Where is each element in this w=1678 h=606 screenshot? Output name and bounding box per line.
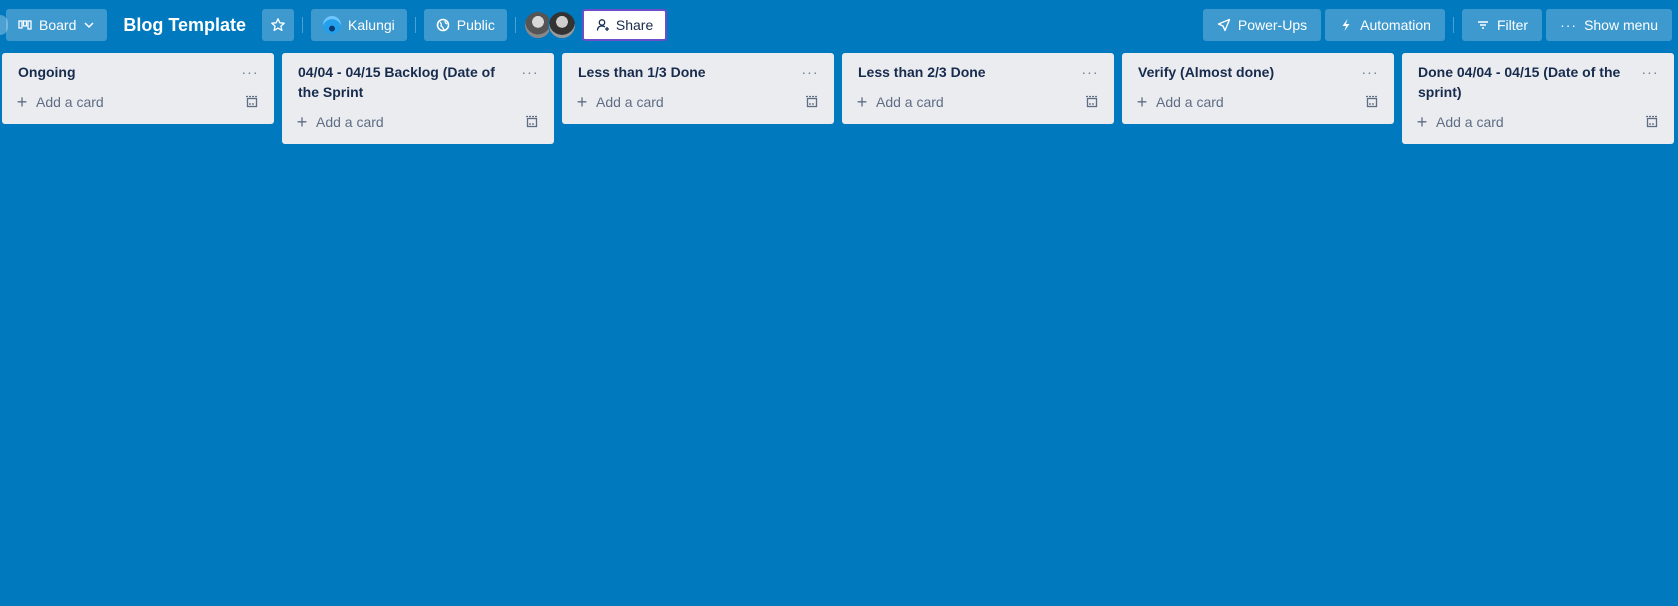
divider (1452, 17, 1454, 33)
chevron-down-icon (84, 22, 94, 29)
workspace-logo-icon (323, 16, 342, 34)
list-title[interactable]: Less than 2/3 Done (858, 62, 1068, 82)
list-menu-button[interactable]: ··· (798, 62, 822, 82)
board-icon (18, 20, 32, 30)
add-card-label: Add a card (316, 114, 384, 130)
add-card-label: Add a card (596, 94, 664, 110)
plus-icon: + (296, 112, 308, 132)
list-column: Less than 2/3 Done ··· + Add a card (842, 53, 1114, 124)
add-card-button[interactable]: + Add a card (574, 93, 664, 111)
list-column: Done 04/04 - 04/15 (Date of the sprint) … (1402, 53, 1674, 144)
workspace-label: Kalungi (348, 17, 395, 33)
divider (302, 17, 304, 33)
card-template-icon[interactable] (1084, 94, 1100, 110)
card-template-icon[interactable] (1364, 94, 1380, 110)
automation-button[interactable]: Automation (1325, 9, 1445, 41)
workspace-button[interactable]: Kalungi (311, 9, 407, 41)
power-ups-label: Power-Ups (1237, 17, 1308, 33)
filter-button[interactable]: Filter (1461, 9, 1543, 41)
list-title[interactable]: 04/04 - 04/15 Backlog (Date of the Sprin… (298, 62, 508, 102)
rocket-icon (1217, 18, 1231, 32)
list-column: Ongoing ··· + Add a card (2, 53, 274, 124)
list-title[interactable]: Done 04/04 - 04/15 (Date of the sprint) (1418, 62, 1628, 102)
list-menu-button[interactable]: ··· (1638, 62, 1662, 82)
card-template-icon[interactable] (244, 94, 260, 110)
list-column: Verify (Almost done) ··· + Add a card (1122, 53, 1394, 124)
view-switcher-label: Board (39, 17, 77, 33)
plus-icon: + (856, 92, 868, 112)
divider (514, 17, 516, 33)
list-menu-button[interactable]: ··· (1078, 62, 1102, 82)
show-menu-button[interactable]: ··· Show menu (1546, 9, 1672, 41)
list-menu-button[interactable]: ··· (1358, 62, 1382, 82)
visibility-button[interactable]: Public (423, 9, 507, 41)
automation-label: Automation (1360, 17, 1431, 33)
view-switcher-button[interactable]: Board (6, 9, 108, 41)
add-card-label: Add a card (1436, 114, 1504, 130)
list-title[interactable]: Less than 1/3 Done (578, 62, 788, 82)
list-title[interactable]: Verify (Almost done) (1138, 62, 1348, 82)
card-template-icon[interactable] (804, 94, 820, 110)
filter-icon (1477, 21, 1488, 29)
add-card-label: Add a card (876, 94, 944, 110)
show-menu-label: Show menu (1584, 17, 1658, 33)
add-card-button[interactable]: + Add a card (14, 93, 104, 111)
list-menu-button[interactable]: ··· (238, 62, 262, 82)
filter-label: Filter (1496, 17, 1529, 33)
plus-icon: + (1416, 112, 1428, 132)
globe-icon (436, 18, 450, 32)
add-card-button[interactable]: + Add a card (1134, 93, 1224, 111)
add-card-button[interactable]: + Add a card (854, 93, 944, 111)
list-menu-button[interactable]: ··· (518, 62, 542, 82)
add-card-button[interactable]: + Add a card (1414, 113, 1504, 131)
power-ups-button[interactable]: Power-Ups (1202, 9, 1322, 41)
add-card-label: Add a card (1156, 94, 1224, 110)
visibility-label: Public (456, 17, 495, 33)
list-column: Less than 1/3 Done ··· + Add a card (562, 53, 834, 124)
add-card-button[interactable]: + Add a card (294, 113, 384, 131)
add-card-label: Add a card (36, 94, 104, 110)
add-member-icon (596, 19, 609, 31)
plus-icon: + (1136, 92, 1148, 112)
board-lists: Ongoing ··· + Add a card 04/04 - 04/15 Ba… (2, 53, 1674, 144)
star-button[interactable] (262, 9, 295, 41)
list-column: 04/04 - 04/15 Backlog (Date of the Sprin… (282, 53, 554, 144)
more-icon: ··· (1560, 17, 1578, 33)
list-title[interactable]: Ongoing (18, 62, 228, 82)
share-label: Share (615, 17, 654, 33)
board-header: Board Blog Template Kalungi Public Share… (0, 0, 1678, 50)
lightning-icon (1342, 19, 1350, 31)
share-button[interactable]: Share (581, 9, 668, 41)
card-template-icon[interactable] (1644, 114, 1660, 130)
member-avatar[interactable] (547, 11, 576, 39)
star-icon (271, 18, 285, 32)
board-title[interactable]: Blog Template (107, 9, 262, 41)
divider (414, 17, 416, 33)
card-template-icon[interactable] (524, 114, 540, 130)
plus-icon: + (576, 92, 588, 112)
plus-icon: + (16, 92, 28, 112)
